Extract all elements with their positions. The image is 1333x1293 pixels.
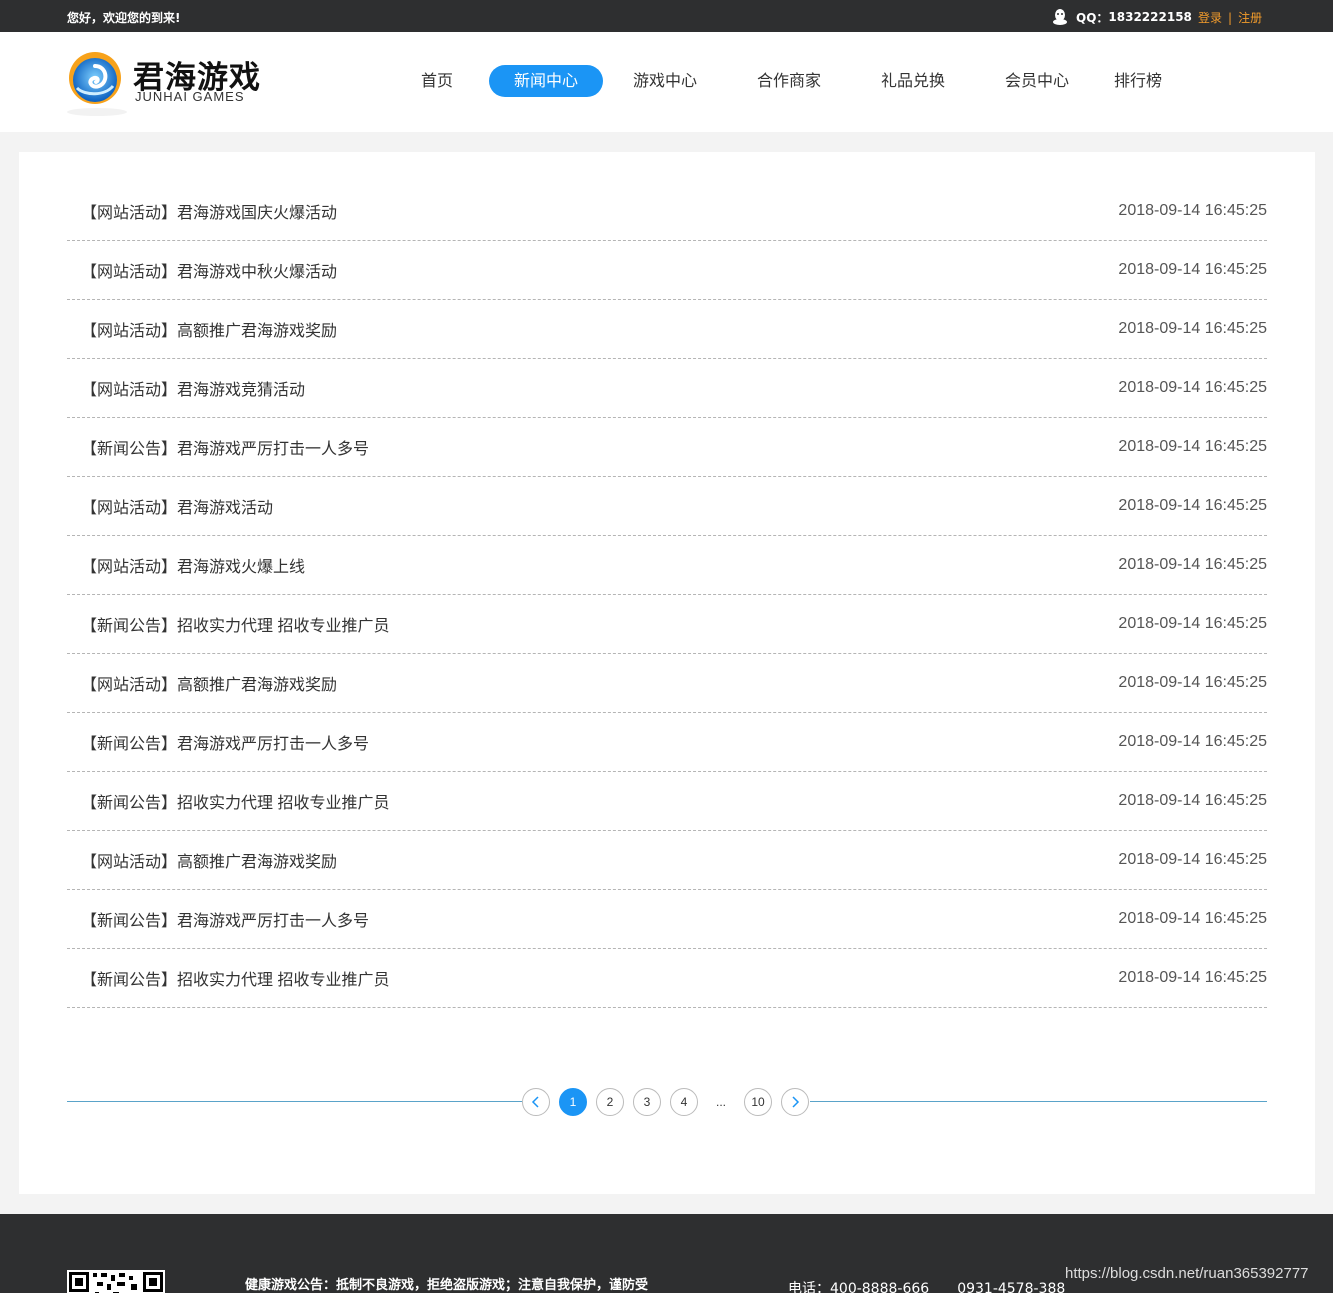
nav-news-center[interactable]: 新闻中心 — [489, 65, 603, 97]
header: 君海游戏 JUNHAI GAMES 首页 新闻中心 游戏中心 合作商家 礼品兑换… — [0, 32, 1333, 132]
nav-ranking[interactable]: 排行榜 — [1101, 65, 1175, 97]
news-date: 2018-09-14 16:45:25 — [1118, 438, 1267, 455]
site-logo[interactable]: 君海游戏 JUNHAI GAMES — [67, 48, 267, 120]
news-date: 2018-09-14 16:45:25 — [1118, 910, 1267, 927]
news-title[interactable]: 【新闻公告】君海游戏严厉打击一人多号 — [67, 435, 369, 459]
news-date: 2018-09-14 16:45:25 — [1118, 556, 1267, 573]
chevron-right-icon — [792, 1096, 800, 1108]
news-item[interactable]: 【网站活动】高额推广君海游戏奖励 2018-09-14 16:45:25 — [67, 300, 1267, 359]
next-page-button[interactable] — [781, 1088, 809, 1116]
qr-code-icon — [67, 1270, 165, 1293]
page-button-10[interactable]: 10 — [744, 1088, 772, 1116]
auth-separator: | — [1228, 11, 1233, 25]
nav-member-center[interactable]: 会员中心 — [993, 65, 1081, 97]
news-item[interactable]: 【网站活动】君海游戏国庆火爆活动 2018-09-14 16:45:25 — [67, 182, 1267, 241]
news-title[interactable]: 【新闻公告】招收实力代理 招收专业推广员 — [67, 966, 389, 990]
news-title[interactable]: 【网站活动】高额推广君海游戏奖励 — [67, 848, 337, 872]
news-title[interactable]: 【新闻公告】招收实力代理 招收专业推广员 — [67, 612, 389, 636]
news-title[interactable]: 【新闻公告】招收实力代理 招收专业推广员 — [67, 789, 389, 813]
news-date: 2018-09-14 16:45:25 — [1118, 320, 1267, 337]
news-title[interactable]: 【新闻公告】君海游戏严厉打击一人多号 — [67, 730, 369, 754]
health-notice: 健康游戏公告：抵制不良游戏，拒绝盗版游戏；注意自我保护，谨防受 — [245, 1278, 649, 1293]
chevron-left-icon — [531, 1096, 539, 1108]
news-date: 2018-09-14 16:45:25 — [1118, 674, 1267, 691]
auth-links: 登录 | 注册 — [1198, 9, 1262, 26]
news-item[interactable]: 【新闻公告】君海游戏严厉打击一人多号 2018-09-14 16:45:25 — [67, 418, 1267, 477]
news-item[interactable]: 【网站活动】君海游戏火爆上线 2018-09-14 16:45:25 — [67, 536, 1267, 595]
pager-line-right — [810, 1101, 1267, 1102]
footer-phone: 电话：400-8888-666 0931-4578-388 — [788, 1278, 1093, 1293]
welcome-text: 您好，欢迎您的到来! — [67, 11, 181, 25]
logo-en-text: JUNHAI GAMES — [135, 89, 245, 104]
news-title[interactable]: 【网站活动】君海游戏活动 — [67, 494, 273, 518]
news-title[interactable]: 【网站活动】君海游戏竞猜活动 — [67, 376, 305, 400]
nav-partners[interactable]: 合作商家 — [745, 65, 833, 97]
news-title[interactable]: 【网站活动】高额推广君海游戏奖励 — [67, 317, 337, 341]
news-date: 2018-09-14 16:45:25 — [1118, 261, 1267, 278]
news-date: 2018-09-14 16:45:25 — [1118, 497, 1267, 514]
news-item[interactable]: 【新闻公告】招收实力代理 招收专业推广员 2018-09-14 16:45:25 — [67, 595, 1267, 654]
prev-page-button[interactable] — [522, 1088, 550, 1116]
page-button-2[interactable]: 2 — [596, 1088, 624, 1116]
news-item[interactable]: 【网站活动】高额推广君海游戏奖励 2018-09-14 16:45:25 — [67, 654, 1267, 713]
logo-swirl-icon — [69, 52, 121, 104]
news-date: 2018-09-14 16:45:25 — [1118, 792, 1267, 809]
news-item[interactable]: 【网站活动】高额推广君海游戏奖励 2018-09-14 16:45:25 — [67, 831, 1267, 890]
news-item[interactable]: 【网站活动】君海游戏中秋火爆活动 2018-09-14 16:45:25 — [67, 241, 1267, 300]
qq-label: QQ： — [1076, 10, 1109, 25]
page-button-1[interactable]: 1 — [559, 1088, 587, 1116]
news-item[interactable]: 【网站活动】君海游戏竞猜活动 2018-09-14 16:45:25 — [67, 359, 1267, 418]
qq-number: 1832222158 — [1108, 10, 1192, 24]
pager-line-left — [67, 1101, 522, 1102]
news-title[interactable]: 【网站活动】君海游戏中秋火爆活动 — [67, 258, 337, 282]
news-date: 2018-09-14 16:45:25 — [1118, 615, 1267, 632]
news-item[interactable]: 【网站活动】君海游戏活动 2018-09-14 16:45:25 — [67, 477, 1267, 536]
news-item[interactable]: 【新闻公告】招收实力代理 招收专业推广员 2018-09-14 16:45:25 — [67, 949, 1267, 1008]
news-date: 2018-09-14 16:45:25 — [1118, 379, 1267, 396]
news-title[interactable]: 【网站活动】君海游戏火爆上线 — [67, 553, 305, 577]
news-panel: 【网站活动】君海游戏国庆火爆活动 2018-09-14 16:45:25 【网站活… — [19, 152, 1315, 1194]
pagination: 1 2 3 4 ... 10 — [522, 1088, 818, 1116]
qq-contact: QQ： 1832222158 — [1052, 8, 1192, 26]
news-date: 2018-09-14 16:45:25 — [1118, 202, 1267, 219]
news-title[interactable]: 【新闻公告】君海游戏严厉打击一人多号 — [67, 907, 369, 931]
login-link[interactable]: 登录 — [1198, 11, 1222, 25]
phone-2: 0931-4578-388 — [957, 1281, 1066, 1293]
news-date: 2018-09-14 16:45:25 — [1118, 969, 1267, 986]
news-title[interactable]: 【网站活动】君海游戏国庆火爆活动 — [67, 199, 337, 223]
page-button-4[interactable]: 4 — [670, 1088, 698, 1116]
main-nav: 首页 新闻中心 游戏中心 合作商家 礼品兑换 会员中心 排行榜 — [400, 65, 1175, 97]
news-list: 【网站活动】君海游戏国庆火爆活动 2018-09-14 16:45:25 【网站活… — [67, 182, 1267, 1008]
page-button-3[interactable]: 3 — [633, 1088, 661, 1116]
nav-gift-exchange[interactable]: 礼品兑换 — [869, 65, 957, 97]
news-item[interactable]: 【新闻公告】君海游戏严厉打击一人多号 2018-09-14 16:45:25 — [67, 890, 1267, 949]
logo-shadow — [67, 108, 127, 116]
register-link[interactable]: 注册 — [1238, 11, 1262, 25]
top-bar: 您好，欢迎您的到来! QQ： 1832222158 登录 | 注册 — [0, 0, 1333, 32]
news-title[interactable]: 【网站活动】高额推广君海游戏奖励 — [67, 671, 337, 695]
news-item[interactable]: 【新闻公告】招收实力代理 招收专业推广员 2018-09-14 16:45:25 — [67, 772, 1267, 831]
news-date: 2018-09-14 16:45:25 — [1118, 851, 1267, 868]
news-date: 2018-09-14 16:45:25 — [1118, 733, 1267, 750]
nav-game-center[interactable]: 游戏中心 — [621, 65, 709, 97]
watermark-url: https://blog.csdn.net/ruan365392777 — [1065, 1265, 1309, 1282]
phone-1: 电话：400-8888-666 — [788, 1281, 930, 1293]
page-ellipsis: ... — [715, 1095, 726, 1109]
news-item[interactable]: 【新闻公告】君海游戏严厉打击一人多号 2018-09-14 16:45:25 — [67, 713, 1267, 772]
qq-penguin-icon — [1053, 9, 1067, 25]
nav-home[interactable]: 首页 — [400, 65, 474, 97]
